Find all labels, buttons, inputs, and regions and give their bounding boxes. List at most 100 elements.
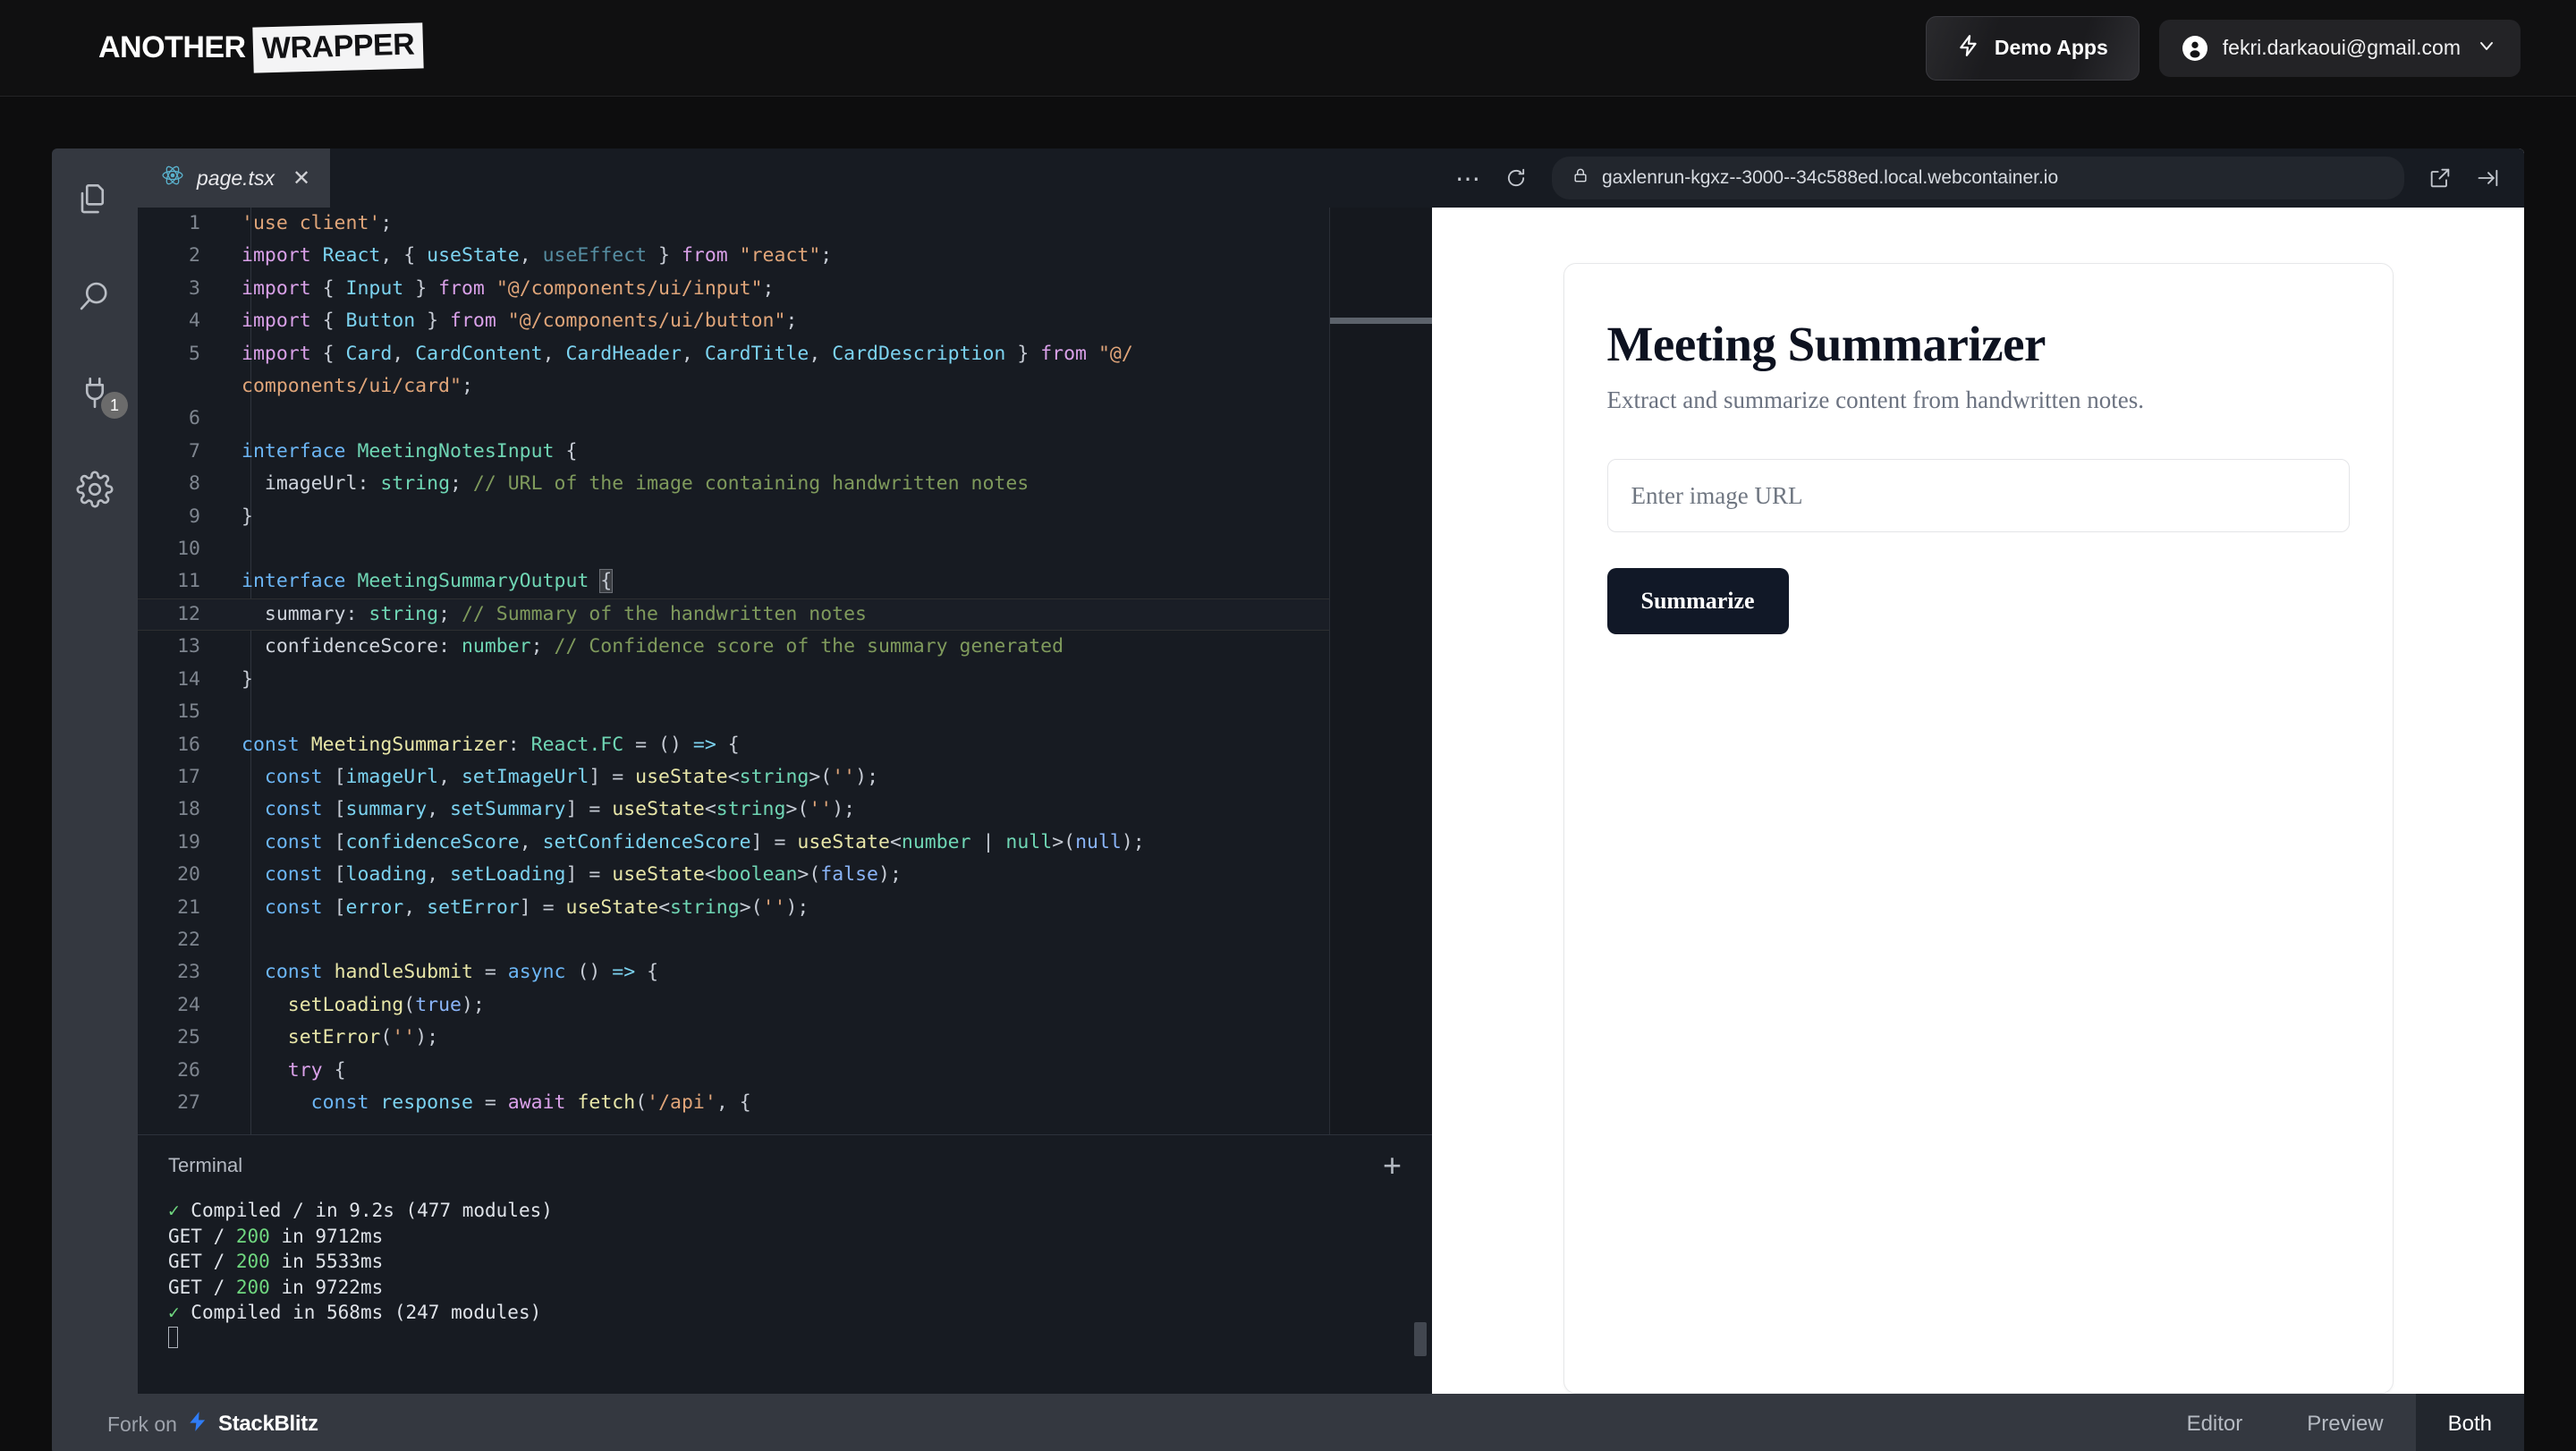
code-line: 19 const [confidenceScore, setConfidence…: [138, 827, 1432, 859]
fork-label: Fork on: [107, 1413, 177, 1437]
code-line: 9}: [138, 501, 1432, 533]
terminal-scrollbar[interactable]: [1414, 1322, 1427, 1356]
line-number: 18: [138, 793, 224, 826]
search-icon[interactable]: [74, 276, 115, 317]
code-line-text: [224, 696, 253, 728]
line-number: 15: [138, 696, 224, 728]
line-number: 20: [138, 859, 224, 891]
gear-icon[interactable]: [74, 469, 115, 510]
terminal-output[interactable]: ✓ Compiled / in 9.2s (477 modules)GET / …: [138, 1187, 1432, 1394]
editor-minimap[interactable]: [1329, 208, 1432, 1134]
view-mode-both[interactable]: Both: [2416, 1394, 2524, 1451]
line-number: 4: [138, 305, 224, 337]
code-line-text: setLoading(true);: [224, 989, 485, 1022]
terminal-cursor: [168, 1326, 1402, 1352]
image-url-input[interactable]: [1607, 459, 2350, 532]
lightning-bolt-icon: [1957, 32, 1980, 64]
code-editor[interactable]: 1'use client';2import React, { useState,…: [138, 208, 1432, 1134]
react-icon: [161, 164, 184, 192]
line-number: 21: [138, 892, 224, 924]
code-line: 6: [138, 403, 1432, 435]
new-terminal-button[interactable]: +: [1383, 1150, 1402, 1182]
code-line-text: confidenceScore: number; // Confidence s…: [224, 631, 1063, 663]
line-number: 2: [138, 240, 224, 272]
meeting-summarizer-card: Meeting Summarizer Extract and summarize…: [1563, 263, 2394, 1394]
line-number: 27: [138, 1087, 224, 1119]
account-email-label: fekri.darkaoui@gmail.com: [2223, 36, 2461, 60]
line-number: 16: [138, 729, 224, 761]
open-external-icon[interactable]: [2428, 165, 2453, 191]
code-line-text: summary: string; // Summary of the handw…: [224, 598, 867, 631]
line-number: 10: [138, 533, 224, 565]
line-number: 22: [138, 924, 224, 956]
code-line: 8 imageUrl: string; // URL of the image …: [138, 468, 1432, 500]
page-title: Meeting Summarizer: [1607, 316, 2350, 372]
fork-on-stackblitz-button[interactable]: Fork on StackBlitz: [107, 1408, 318, 1440]
code-line-text: setError('');: [224, 1022, 438, 1054]
line-number: [138, 370, 224, 403]
code-line-text: interface MeetingSummaryOutput {: [224, 565, 612, 598]
code-line-text: 'use client';: [224, 208, 392, 240]
view-mode-preview[interactable]: Preview: [2275, 1394, 2415, 1451]
code-line: 16const MeetingSummarizer: React.FC = ()…: [138, 729, 1432, 761]
account-menu[interactable]: fekri.darkaoui@gmail.com: [2159, 20, 2521, 77]
code-line-text: try {: [224, 1055, 346, 1087]
more-options-icon[interactable]: ⋯: [1455, 164, 1480, 193]
ide-body: 1: [52, 148, 2524, 1394]
files-icon[interactable]: [74, 179, 115, 220]
code-line: 4import { Button } from "@/components/ui…: [138, 305, 1432, 337]
line-number: 12: [138, 598, 224, 631]
code-line: 14}: [138, 664, 1432, 696]
line-number: 19: [138, 827, 224, 859]
close-icon[interactable]: ✕: [292, 165, 310, 191]
code-line: 17 const [imageUrl, setImageUrl] = useSt…: [138, 761, 1432, 793]
terminal-line: GET / 200 in 9722ms: [168, 1275, 1402, 1301]
line-number: 25: [138, 1022, 224, 1054]
code-line-text: interface MeetingNotesInput {: [224, 436, 577, 468]
browser-toolbar: ⋯ gaxlenrun-kgxz--3000--34c588ed.local.w…: [1432, 148, 2524, 208]
code-line-text: const [imageUrl, setImageUrl] = useState…: [224, 761, 878, 793]
extensions-badge: 1: [101, 392, 128, 419]
line-number: 14: [138, 664, 224, 696]
summarize-button[interactable]: Summarize: [1607, 568, 1789, 634]
app-header: ANOTHER WRAPPER Demo Apps fekri.darkaoui…: [0, 0, 2576, 97]
line-number: 13: [138, 631, 224, 663]
line-number: 8: [138, 468, 224, 500]
header-actions: Demo Apps fekri.darkaoui@gmail.com: [1926, 16, 2521, 81]
code-line-text: const response = await fetch('/api', {: [224, 1087, 751, 1119]
code-line: 5import { Card, CardContent, CardHeader,…: [138, 338, 1432, 370]
reload-icon[interactable]: [1504, 165, 1529, 191]
line-number: 7: [138, 436, 224, 468]
code-line-text: const [loading, setLoading] = useState<b…: [224, 859, 902, 891]
preview-column: ⋯ gaxlenrun-kgxz--3000--34c588ed.local.w…: [1432, 148, 2524, 1394]
terminal-line: GET / 200 in 5533ms: [168, 1249, 1402, 1275]
stackblitz-bolt-icon: [186, 1408, 209, 1440]
terminal-line: ✓ Compiled in 568ms (247 modules): [168, 1300, 1402, 1326]
line-number: 11: [138, 565, 224, 598]
view-mode-editor[interactable]: Editor: [2155, 1394, 2275, 1451]
code-line: 3import { Input } from "@/components/ui/…: [138, 273, 1432, 305]
code-line-text: imageUrl: string; // URL of the image co…: [224, 468, 1029, 500]
code-line: 21 const [error, setError] = useState<st…: [138, 892, 1432, 924]
code-line-text: const MeetingSummarizer: React.FC = () =…: [224, 729, 740, 761]
file-tab-label: page.tsx: [197, 166, 275, 191]
file-tab-page-tsx[interactable]: page.tsx ✕: [138, 148, 330, 208]
demo-apps-label: Demo Apps: [1995, 36, 2108, 60]
code-line: 12 summary: string; // Summary of the ha…: [138, 598, 1432, 631]
terminal-line: GET / 200 in 9712ms: [168, 1224, 1402, 1250]
brand-logo: ANOTHER WRAPPER: [98, 25, 423, 71]
view-mode-switcher: EditorPreviewBoth: [2155, 1394, 2524, 1451]
collapse-icon[interactable]: [2476, 165, 2501, 191]
editor-column: page.tsx ✕ 1'use client';2import React, …: [138, 148, 1432, 1394]
code-line-text: import { Card, CardContent, CardHeader, …: [224, 338, 1133, 370]
plug-icon[interactable]: 1: [74, 372, 115, 413]
code-line: 22: [138, 924, 1432, 956]
code-line-text: const [confidenceScore, setConfidenceSco…: [224, 827, 1145, 859]
demo-apps-button[interactable]: Demo Apps: [1926, 16, 2140, 81]
line-number: 3: [138, 273, 224, 305]
activity-bar: 1: [52, 148, 138, 1394]
url-bar[interactable]: gaxlenrun-kgxz--3000--34c588ed.local.web…: [1552, 157, 2404, 199]
status-bar: Fork on StackBlitz EditorPreviewBoth: [52, 1394, 2524, 1451]
code-line: 10: [138, 533, 1432, 565]
code-lines: 1'use client';2import React, { useState,…: [138, 208, 1432, 1119]
